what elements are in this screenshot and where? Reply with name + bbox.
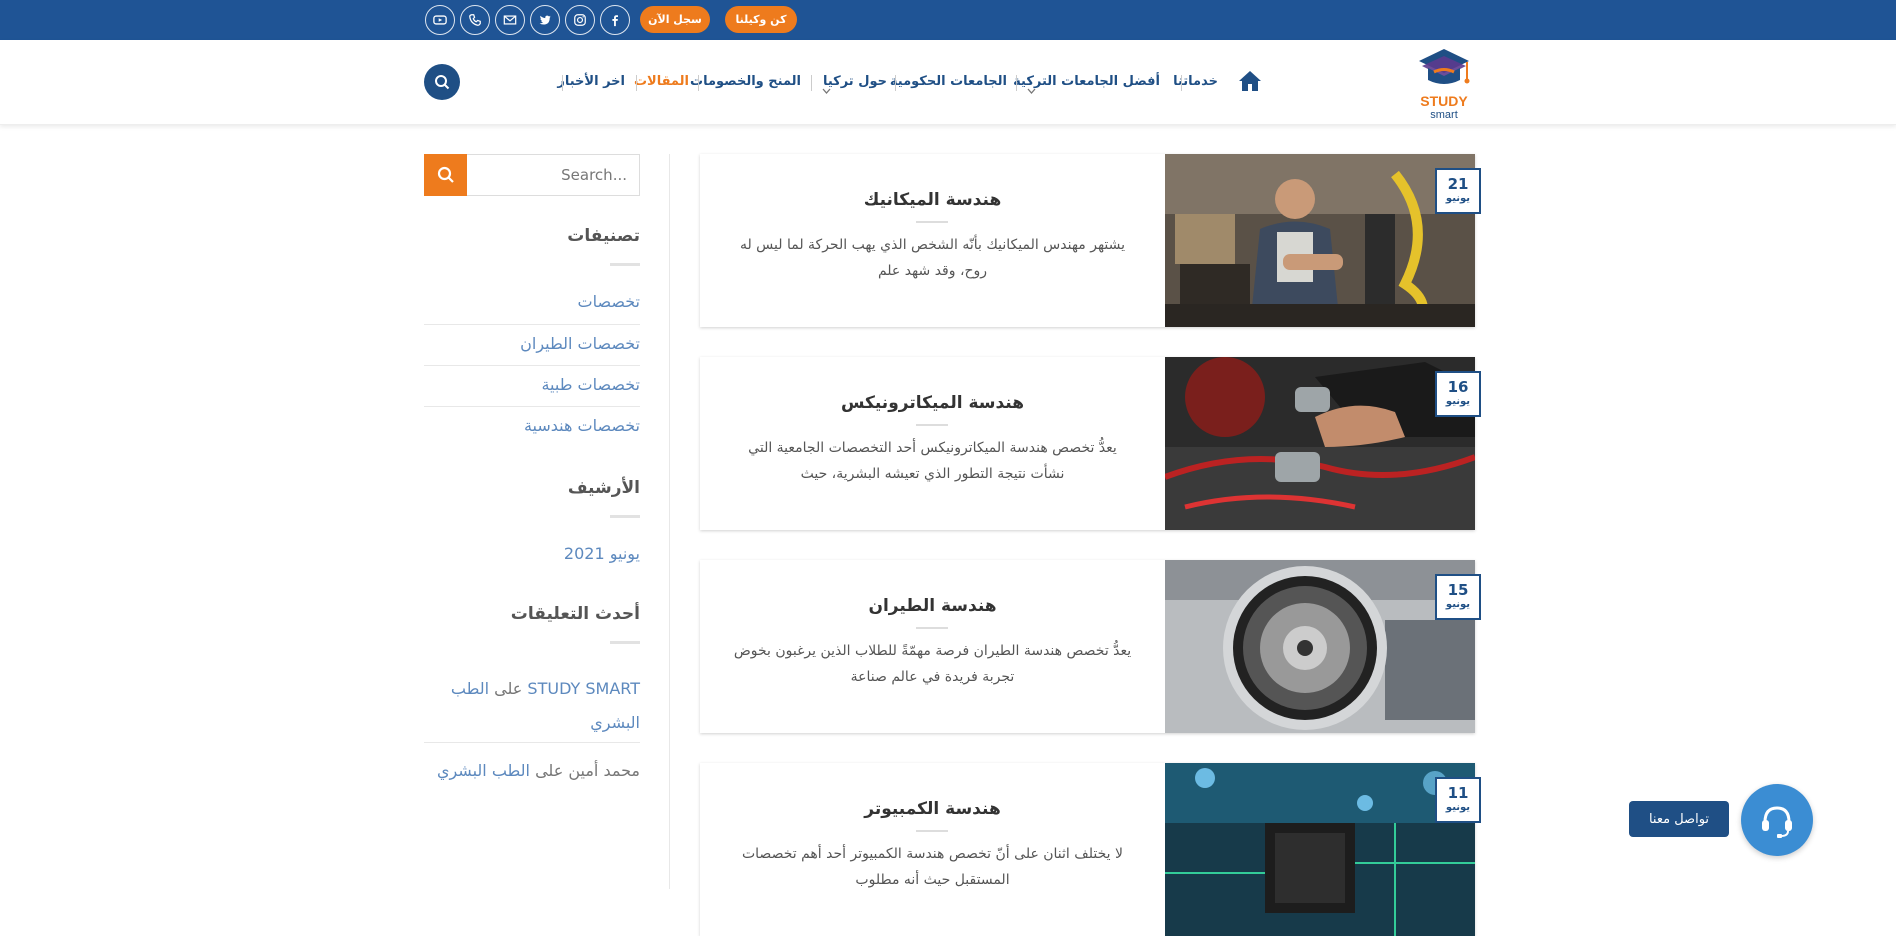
logo-text-study: STUDY: [1420, 93, 1468, 109]
title-underline: [610, 641, 640, 644]
post-card[interactable]: 16 يونيو هندسة الميكاترونيكس يعدُّ تخصص …: [700, 357, 1481, 530]
post-card[interactable]: 11 يونيو هندسة الكمبيوتر لا يختلف اثنان …: [700, 763, 1481, 936]
study-smart-logo[interactable]: STUDY smart: [1414, 46, 1474, 121]
post-excerpt: يعدُّ تخصص هندسة الميكاترونيكس أحد التخص…: [748, 440, 1117, 482]
twitter-icon[interactable]: [530, 5, 560, 35]
post-day: 21: [1447, 175, 1469, 193]
contact-us-button[interactable]: [1741, 784, 1813, 856]
recent-comments-title: أحدث التعليقات: [510, 604, 640, 624]
category-link[interactable]: تخصصات: [578, 292, 640, 311]
search-icon: [435, 75, 450, 90]
nav-separator: [811, 75, 812, 91]
nav-item-latest-news[interactable]: اخر الأخبار: [557, 74, 625, 89]
phone-icon[interactable]: [460, 5, 490, 35]
title-divider: [916, 221, 948, 223]
post-month: يونيو: [1445, 193, 1471, 204]
nav-item-services[interactable]: خدماتنا: [1173, 74, 1218, 89]
post-thumbnail-aviation[interactable]: [1165, 560, 1475, 733]
post-day: 15: [1447, 581, 1469, 599]
post-title[interactable]: هندسة الكمبيوتر: [700, 799, 1165, 819]
title-divider: [916, 424, 948, 426]
nav-separator: [1181, 75, 1182, 91]
nav-separator: [636, 75, 637, 91]
list-separator: [424, 324, 640, 325]
title-underline: [610, 515, 640, 518]
category-link[interactable]: تخصصات طبية: [541, 375, 640, 394]
post-date-badge: 21 يونيو: [1435, 168, 1481, 214]
headset-icon: [1762, 806, 1792, 838]
archive-title: الأرشيف: [567, 478, 640, 498]
facebook-icon[interactable]: [600, 5, 630, 35]
category-link[interactable]: تخصصات هندسية: [524, 416, 640, 435]
contact-us-label[interactable]: تواصل معنا: [1629, 801, 1729, 837]
title-divider: [916, 830, 948, 832]
post-thumbnail-mechanic[interactable]: [1165, 154, 1475, 327]
sidebar-search-button[interactable]: [424, 154, 467, 196]
category-link[interactable]: تخصصات الطيران: [520, 334, 640, 353]
nav-separator: [698, 75, 699, 91]
email-icon[interactable]: [495, 5, 525, 35]
nav-item-articles[interactable]: المقالات: [634, 74, 689, 89]
comment-on: على: [494, 679, 523, 698]
nav-item-scholarships-discounts[interactable]: المنح والخصومات: [690, 74, 801, 89]
become-agent-button[interactable]: كن وكيلنا: [725, 6, 797, 33]
home-icon[interactable]: [1238, 70, 1262, 92]
recent-comment: محمد أمين على الطب البشري: [437, 754, 640, 788]
post-date-badge: 15 يونيو: [1435, 574, 1481, 620]
recent-comment: STUDY SMART على الطب البشري: [424, 672, 640, 740]
title-underline: [610, 263, 640, 266]
list-separator: [424, 365, 640, 366]
register-now-button[interactable]: سجل الآن: [640, 6, 710, 33]
nav-separator: [895, 75, 896, 91]
post-month: يونيو: [1445, 396, 1471, 407]
nav-item-about-turkey[interactable]: حول تركيا: [823, 74, 887, 89]
header-search-button[interactable]: [424, 64, 460, 100]
post-excerpt: يشتهر مهندس الميكانيك بأنّه الشخص الذي ي…: [739, 237, 1126, 279]
list-separator: [424, 406, 640, 407]
post-title[interactable]: هندسة الميكانيك: [700, 190, 1165, 210]
post-day: 11: [1447, 784, 1469, 802]
nav-separator: [1016, 75, 1017, 91]
comment-post-link[interactable]: الطب البشري: [437, 761, 530, 780]
comment-on: على: [535, 761, 564, 780]
post-title[interactable]: هندسة الطيران: [700, 596, 1165, 616]
post-excerpt: يعدُّ تخصص هندسة الطيران فرصة مهمّةً للط…: [733, 643, 1132, 685]
search-icon: [437, 166, 454, 183]
post-thumbnail-computer[interactable]: [1165, 763, 1475, 936]
list-separator: [424, 742, 640, 743]
categories-title: تصنيفات: [567, 226, 640, 246]
chevron-down-icon: [1027, 79, 1036, 94]
post-thumbnail-mechatronics[interactable]: [1165, 357, 1475, 530]
chevron-down-icon: [822, 79, 831, 94]
comment-author: محمد أمين: [568, 761, 640, 780]
top-bar: سجل الآن كن وكيلنا: [0, 0, 1896, 40]
post-date-badge: 11 يونيو: [1435, 777, 1481, 823]
post-date-badge: 16 يونيو: [1435, 371, 1481, 417]
archive-link[interactable]: يونيو 2021: [564, 544, 640, 563]
comment-author[interactable]: STUDY SMART: [527, 679, 640, 698]
sidebar-search: Search...: [424, 154, 640, 196]
post-month: يونيو: [1445, 802, 1471, 813]
sidebar-search-input[interactable]: Search...: [561, 166, 627, 184]
nav-item-public-universities[interactable]: الجامعات الحكومية: [890, 74, 1007, 89]
logo-text-smart: smart: [1430, 109, 1458, 120]
post-excerpt: لا يختلف اثنان على أنّ تخصص هندسة الكمبي…: [741, 846, 1123, 888]
post-card[interactable]: 21 يونيو هندسة الميكانيك يشتهر مهندس الم…: [700, 154, 1481, 327]
title-divider: [916, 627, 948, 629]
nav-separator: [562, 75, 563, 91]
post-month: يونيو: [1445, 599, 1471, 610]
post-card[interactable]: 15 يونيو هندسة الطيران يعدُّ تخصص هندسة …: [700, 560, 1481, 733]
post-day: 16: [1447, 378, 1469, 396]
instagram-icon[interactable]: [565, 5, 595, 35]
sidebar-divider: [669, 154, 670, 889]
youtube-icon[interactable]: [425, 5, 455, 35]
post-title[interactable]: هندسة الميكاترونيكس: [700, 393, 1165, 413]
